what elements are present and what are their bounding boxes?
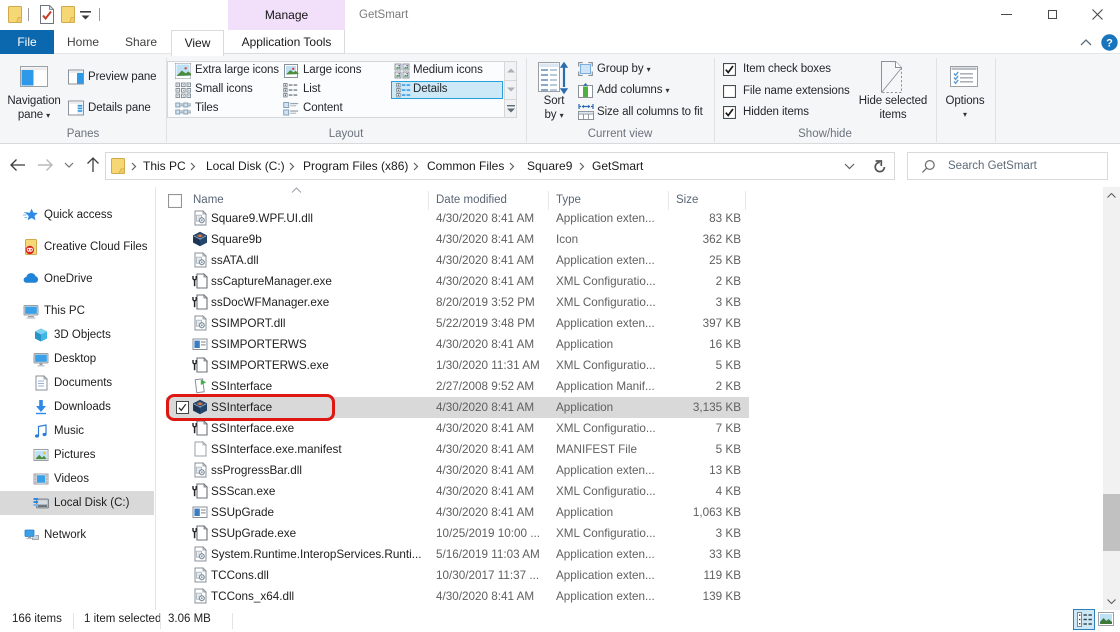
svg-text:?: ? bbox=[1106, 38, 1113, 50]
